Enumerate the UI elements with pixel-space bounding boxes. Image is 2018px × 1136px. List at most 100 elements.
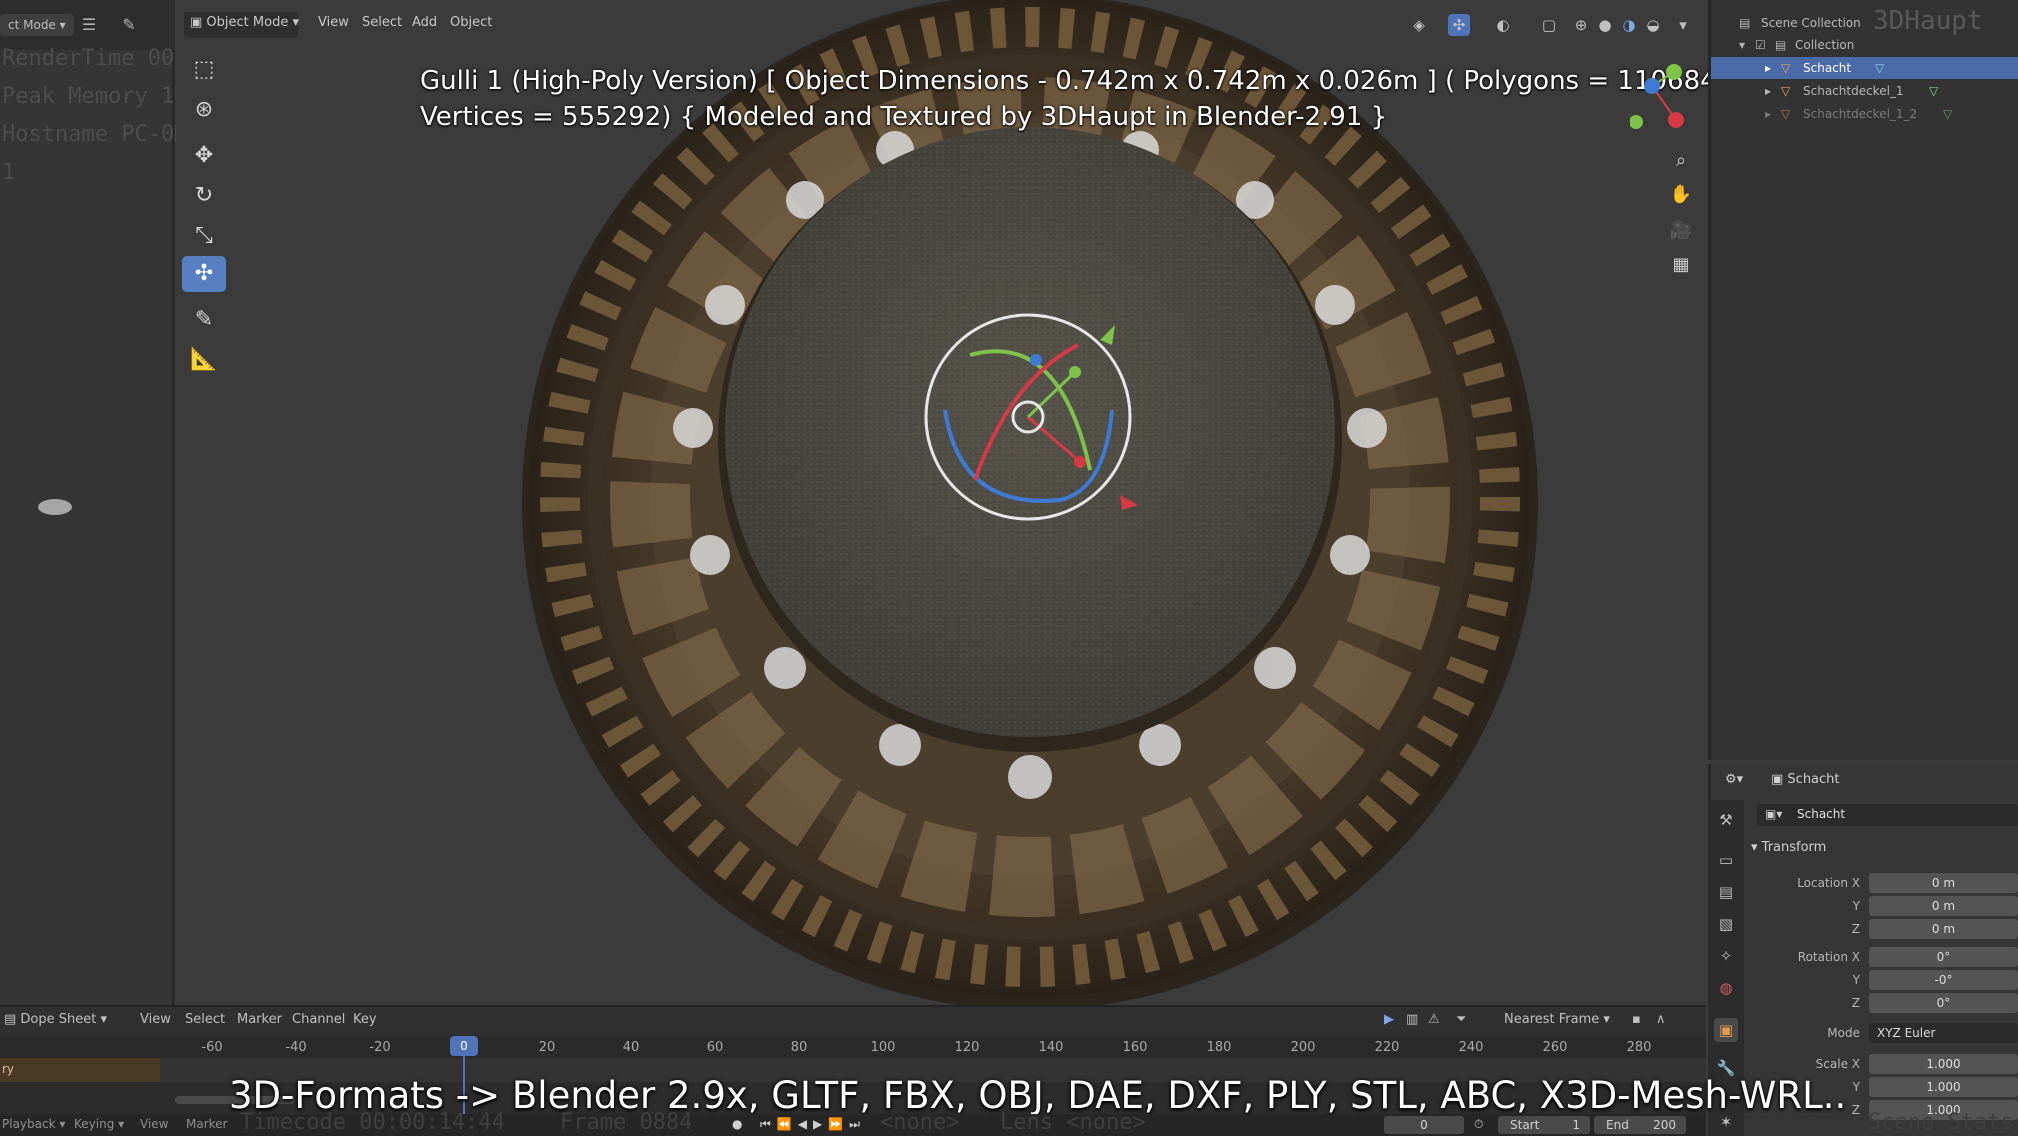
- expand-chevron-icon[interactable]: ▸: [1765, 61, 1771, 75]
- solid-shading-icon[interactable]: ●: [1594, 14, 1616, 36]
- transform-section-label: Transform: [1761, 840, 1827, 855]
- outliner-panel: ▤ Scene Collection ▾ ☑ ▤ Collection ▸ ▽ …: [1708, 0, 2018, 760]
- transform-tool-icon[interactable]: ✣: [182, 256, 226, 292]
- start-frame-field[interactable]: Start 1: [1498, 1116, 1590, 1134]
- 3d-viewport[interactable]: [176, 0, 1706, 1005]
- gizmo-toggle-icon[interactable]: ✣: [1448, 14, 1470, 36]
- move-tool-icon[interactable]: ✥: [182, 138, 226, 174]
- summary-channel[interactable]: ry: [0, 1058, 160, 1082]
- title-line-2: Vertices = 555292) { Modeled and Texture…: [420, 102, 1388, 132]
- playback-controls-icon[interactable]: ⏮⏪◀▶⏩⏭: [760, 1117, 866, 1132]
- expand-chevron-icon[interactable]: ▸: [1765, 84, 1771, 98]
- expand-chevron-icon[interactable]: ▾: [1739, 38, 1745, 52]
- dope-menu-channel[interactable]: Channel: [292, 1012, 345, 1027]
- xray-icon[interactable]: ▢: [1538, 14, 1560, 36]
- wireframe-shading-icon[interactable]: ⊕: [1570, 14, 1592, 36]
- output-tab-icon[interactable]: ▤: [1714, 880, 1738, 904]
- select-box-tool-icon[interactable]: ⬚: [182, 52, 226, 88]
- mesh-object-icon: ▽: [1781, 84, 1791, 98]
- only-errors-icon[interactable]: ⚠: [1428, 1012, 1440, 1027]
- hamburger-menu-icon[interactable]: ☰: [78, 14, 100, 36]
- zoom-icon[interactable]: ⌕: [1668, 148, 1694, 174]
- playback-menu[interactable]: Playback ▾: [2, 1117, 65, 1131]
- annotate-tool-icon[interactable]: ✎: [182, 302, 226, 338]
- rotation-z-field[interactable]: 0°: [1869, 993, 2018, 1013]
- props-object-header: ▣ Schacht: [1771, 772, 1840, 787]
- render-tab-icon[interactable]: ▭: [1714, 848, 1738, 872]
- tool-tab-icon[interactable]: ⚒: [1714, 808, 1738, 832]
- transform-section-header[interactable]: ▾ Transform: [1751, 840, 1826, 855]
- timecode-ghost: Timecode 00:00:14:44: [240, 1110, 505, 1135]
- navigation-gizmo[interactable]: [1630, 56, 1700, 136]
- menu-object[interactable]: Object: [450, 15, 492, 30]
- only-selected-icon[interactable]: ▶: [1384, 1012, 1394, 1027]
- visibility-filter-icon[interactable]: ◈: [1408, 14, 1430, 36]
- record-button-icon[interactable]: ●: [732, 1117, 742, 1131]
- proportional-icon[interactable]: ▪: [1632, 1012, 1641, 1027]
- footer-marker-menu[interactable]: Marker: [186, 1117, 227, 1131]
- light-probe-marker: [38, 499, 72, 515]
- dope-menu-marker[interactable]: Marker: [237, 1012, 282, 1027]
- mesh-data-icon: ▽: [1943, 107, 1953, 121]
- end-frame-field[interactable]: End 200: [1594, 1116, 1686, 1134]
- render-stats-panel: ct Mode ▾ ☰ ✎ RenderTime 00:00.64 Peak M…: [0, 0, 254, 1005]
- show-hidden-icon[interactable]: ▥: [1406, 1012, 1418, 1027]
- shading-options-icon[interactable]: ▾: [1672, 14, 1694, 36]
- preview-range-icon[interactable]: ⏱: [1474, 1117, 1483, 1132]
- mode-selector[interactable]: ct Mode ▾: [0, 14, 74, 36]
- editor-type-dropdown[interactable]: ▤ Dope Sheet ▾: [4, 1012, 107, 1027]
- mesh-data-icon: ▽: [1875, 61, 1885, 75]
- object-name-field[interactable]: ▣▾ Schacht: [1757, 804, 2018, 826]
- playhead[interactable]: 0: [450, 1036, 478, 1056]
- location-x-field[interactable]: 0 m: [1869, 873, 2018, 893]
- scale-y-field[interactable]: 1.000: [1869, 1077, 2018, 1097]
- tick-label: 160: [1122, 1040, 1148, 1055]
- perspective-toggle-icon[interactable]: ▦: [1668, 252, 1694, 278]
- dope-menu-view[interactable]: View: [140, 1012, 171, 1027]
- summary-channel-label: ry: [2, 1062, 15, 1076]
- location-x-label: Location X: [1797, 876, 1860, 890]
- rendered-shading-icon[interactable]: ◒: [1642, 14, 1664, 36]
- location-y-field[interactable]: 0 m: [1869, 896, 2018, 916]
- wrench-icon[interactable]: ✎: [118, 14, 140, 36]
- outliner-row-schachtdeckel-1-2[interactable]: ▸ ▽ Schachtdeckel_1_2 ▽: [1711, 103, 2018, 125]
- dope-menu-key[interactable]: Key: [353, 1012, 377, 1027]
- footer-view-menu[interactable]: View: [140, 1117, 168, 1131]
- checkbox-icon[interactable]: ☑: [1755, 38, 1766, 52]
- rotate-tool-icon[interactable]: ↻: [182, 178, 226, 214]
- material-shading-icon[interactable]: ◑: [1618, 14, 1640, 36]
- location-z-field[interactable]: 0 m: [1869, 919, 2018, 939]
- dope-menu-select[interactable]: Select: [185, 1012, 225, 1027]
- scale-tool-icon[interactable]: ⤡: [182, 218, 226, 254]
- outliner-row-schacht[interactable]: ▸ ▽ Schacht ▽: [1711, 57, 2018, 79]
- camera-view-icon[interactable]: 🎥: [1668, 218, 1694, 244]
- snap-mode-dropdown[interactable]: Nearest Frame ▾: [1504, 1012, 1610, 1027]
- keying-menu[interactable]: Keying ▾: [74, 1117, 124, 1131]
- scene-tab-icon[interactable]: ✧: [1714, 944, 1738, 968]
- filter-icon[interactable]: ⏷: [1456, 1012, 1466, 1027]
- current-frame-field[interactable]: 0: [1384, 1116, 1464, 1134]
- viewport-header: ▣ Object Mode ▾ View Select Add Object ◈…: [176, 0, 1706, 50]
- pan-hand-icon[interactable]: ✋: [1668, 182, 1694, 208]
- cursor-tool-icon[interactable]: ⊛: [182, 92, 226, 128]
- rotation-mode-dropdown[interactable]: XYZ Euler: [1869, 1023, 2018, 1043]
- outliner-row-schachtdeckel-1[interactable]: ▸ ▽ Schachtdeckel_1 ▽: [1711, 80, 2018, 102]
- object-tab-icon[interactable]: ▣: [1714, 1018, 1738, 1042]
- scale-x-field[interactable]: 1.000: [1869, 1054, 2018, 1074]
- menu-view[interactable]: View: [318, 15, 349, 30]
- overlay-toggle-icon[interactable]: ◐: [1492, 14, 1514, 36]
- measure-tool-icon[interactable]: 📐: [182, 342, 226, 378]
- world-tab-icon[interactable]: ◍: [1714, 976, 1738, 1000]
- expand-chevron-icon[interactable]: ▸: [1765, 107, 1771, 121]
- rotation-x-field[interactable]: 0°: [1869, 947, 2018, 967]
- outliner-row-collection[interactable]: ▾ ☑ ▤ Collection: [1711, 34, 2018, 56]
- playback-label: Playback: [2, 1117, 56, 1131]
- frame-ruler[interactable]: [0, 1036, 1706, 1058]
- menu-select[interactable]: Select: [362, 15, 402, 30]
- props-editor-type-icon[interactable]: ⚙▾: [1725, 772, 1743, 787]
- rotation-y-field[interactable]: -0°: [1869, 970, 2018, 990]
- menu-add[interactable]: Add: [412, 15, 437, 30]
- tick-label: 180: [1206, 1040, 1232, 1055]
- view-layer-tab-icon[interactable]: ▧: [1714, 912, 1738, 936]
- falloff-icon[interactable]: ∧: [1656, 1012, 1666, 1027]
